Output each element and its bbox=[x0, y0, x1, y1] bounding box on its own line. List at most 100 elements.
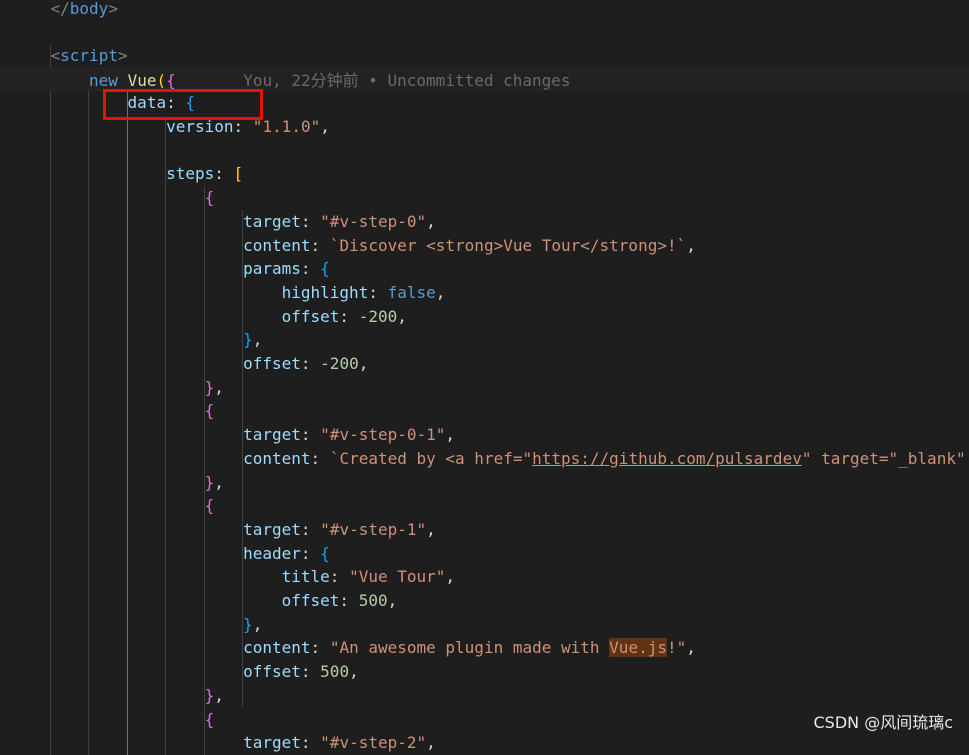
code-token: new bbox=[89, 70, 128, 90]
code-token: { bbox=[204, 709, 215, 729]
code-token: { bbox=[320, 543, 330, 563]
code-token: : bbox=[339, 591, 359, 610]
code-line[interactable]: highlight: false, bbox=[0, 281, 969, 305]
code-token: , bbox=[358, 354, 369, 373]
code-line[interactable]: { bbox=[0, 186, 969, 210]
code-token: `Created by <a href=" bbox=[329, 448, 533, 468]
code-token: false bbox=[387, 282, 436, 302]
code-line[interactable]: offset: 500, bbox=[0, 589, 969, 613]
code-token: target bbox=[243, 519, 301, 539]
code-token: { bbox=[204, 496, 215, 516]
code-token: , bbox=[214, 377, 224, 397]
code-line[interactable]: header: { bbox=[0, 542, 969, 566]
code-token: : bbox=[300, 211, 321, 231]
code-token: } bbox=[204, 472, 215, 492]
code-line[interactable]: </body> bbox=[0, 0, 969, 20]
code-line[interactable]: target: "#v-step-1", bbox=[0, 518, 969, 542]
code-line[interactable]: }, bbox=[0, 376, 969, 400]
code-token: { bbox=[166, 70, 176, 90]
code-line[interactable]: target: "#v-step-2", bbox=[0, 731, 969, 755]
code-token: "#v-step-0" bbox=[320, 211, 427, 231]
code-token: : bbox=[300, 733, 321, 753]
code-token: , bbox=[214, 685, 224, 705]
code-token: "#v-step-0-1" bbox=[320, 425, 446, 445]
code-line[interactable]: }, bbox=[0, 684, 969, 708]
code-line[interactable]: target: "#v-step-0-1", bbox=[0, 423, 969, 447]
code-line[interactable]: offset: -200, bbox=[0, 305, 969, 329]
code-token: header bbox=[243, 543, 301, 563]
code-line[interactable]: title: "Vue Tour", bbox=[0, 565, 969, 589]
code-token: , bbox=[426, 519, 436, 539]
code-token: params bbox=[243, 259, 301, 279]
code-token: target bbox=[243, 211, 301, 231]
code-token: , bbox=[397, 306, 407, 326]
code-token: https://github.com/pulsardev bbox=[532, 448, 802, 468]
code-token: , bbox=[445, 425, 456, 445]
code-line[interactable]: target: "#v-step-0", bbox=[0, 210, 969, 234]
code-token: , bbox=[252, 614, 263, 634]
code-token: : bbox=[310, 638, 330, 658]
code-token: : bbox=[329, 567, 350, 587]
code-token: target bbox=[243, 733, 301, 753]
highlight-box bbox=[103, 89, 263, 120]
code-token: body bbox=[69, 0, 109, 18]
code-token: > bbox=[108, 0, 118, 18]
code-token: : bbox=[214, 164, 234, 184]
code-line[interactable]: }, bbox=[0, 328, 969, 352]
code-token: > bbox=[117, 45, 128, 65]
code-token: , bbox=[387, 591, 398, 610]
code-line[interactable] bbox=[0, 139, 969, 163]
code-token: : bbox=[300, 425, 321, 445]
code-token: : bbox=[310, 235, 330, 255]
code-token: " target="_blank" bbox=[801, 448, 966, 468]
code-line[interactable]: }, bbox=[0, 471, 969, 495]
code-token: -200 bbox=[358, 306, 398, 326]
code-token: 500 bbox=[320, 662, 350, 682]
code-token: , bbox=[426, 733, 436, 753]
code-line[interactable]: content: `Created by <a href="https://gi… bbox=[0, 447, 969, 471]
code-token: } bbox=[243, 614, 253, 634]
code-line[interactable]: steps: [ bbox=[0, 162, 969, 186]
code-token: !" bbox=[666, 638, 687, 658]
code-line[interactable]: offset: -200, bbox=[0, 352, 969, 376]
code-token: "Vue Tour" bbox=[349, 567, 446, 587]
code-token: Vue.js bbox=[609, 638, 667, 658]
code-line[interactable]: <script> bbox=[0, 44, 969, 68]
code-token: offset bbox=[281, 306, 340, 326]
code-line[interactable]: { bbox=[0, 494, 969, 518]
code-line[interactable]: new Vue({ You, 22分钟前 • Uncommitted chang… bbox=[0, 67, 969, 92]
code-line[interactable]: offset: 500, bbox=[0, 660, 969, 684]
code-token: offset bbox=[243, 354, 301, 373]
code-token: "#v-step-1" bbox=[320, 519, 427, 539]
code-line[interactable]: content: "An awesome plugin made with Vu… bbox=[0, 636, 969, 660]
code-token: </ bbox=[50, 0, 70, 18]
code-token: "An awesome plugin made with bbox=[329, 638, 610, 658]
code-token: , bbox=[445, 567, 456, 587]
watermark: CSDN @风间琉璃c bbox=[813, 713, 953, 732]
code-token: highlight bbox=[281, 282, 369, 302]
code-token: steps bbox=[166, 164, 215, 184]
git-blame-annotation: You, 22分钟前 • Uncommitted changes bbox=[243, 70, 571, 90]
code-token: target bbox=[243, 425, 301, 445]
code-token: , bbox=[214, 472, 224, 492]
code-token: { bbox=[204, 401, 215, 421]
code-token: offset bbox=[243, 662, 301, 682]
code-token: : bbox=[300, 543, 321, 563]
code-line[interactable]: content: `Discover <strong>Vue Tour</str… bbox=[0, 234, 969, 258]
code-line[interactable]: }, bbox=[0, 613, 969, 637]
code-line[interactable]: { bbox=[0, 399, 969, 423]
code-token: : bbox=[300, 259, 321, 279]
code-token: : bbox=[300, 519, 321, 539]
code-line[interactable]: params: { bbox=[0, 257, 969, 281]
code-token: < bbox=[50, 45, 61, 65]
code-token: , bbox=[349, 662, 359, 682]
code-token: , bbox=[426, 211, 436, 231]
code-token: `Discover <strong>Vue Tour</strong>!` bbox=[329, 235, 687, 255]
code-token: } bbox=[243, 330, 253, 350]
code-token: content bbox=[243, 638, 311, 658]
code-token: : bbox=[368, 282, 388, 302]
code-line[interactable] bbox=[0, 20, 969, 44]
code-token: : bbox=[300, 354, 321, 373]
code-token: ( bbox=[156, 70, 167, 90]
code-token: { bbox=[204, 188, 215, 208]
